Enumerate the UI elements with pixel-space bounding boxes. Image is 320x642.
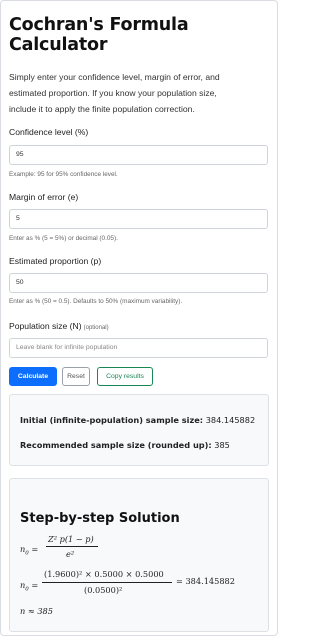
optional-tag: (optional) <box>83 325 109 331</box>
proportion-input[interactable]: 50 <box>9 273 268 293</box>
margin-input[interactable]: 5 <box>9 209 268 229</box>
calc-result: = 384.145882 <box>176 576 235 586</box>
margin-label: Margin of error (e) <box>9 192 79 202</box>
confidence-label: Confidence level (%) <box>9 127 89 137</box>
margin-help: Enter as % (5 = 5%) or decimal (0.05). <box>9 235 118 242</box>
step-title: Step-by-step Solution <box>20 511 180 526</box>
intro-line-2: estimated proportion. If you know your p… <box>9 88 217 98</box>
calc-fraction-bar <box>42 582 172 583</box>
initial-sample-value: 384.145882 <box>205 415 256 425</box>
proportion-label: Estimated proportion (p) <box>9 256 102 266</box>
confidence-input[interactable]: 95 <box>9 145 268 165</box>
reset-button[interactable]: Reset <box>62 367 90 386</box>
population-label-text: Population size (N) <box>9 321 82 331</box>
formula-fraction-bar <box>46 546 98 547</box>
intro-line-3: include it to apply the finite populatio… <box>9 104 195 114</box>
calc-lhs: n0 = <box>20 580 38 593</box>
initial-sample-size: Initial (infinite-population) sample siz… <box>20 415 255 425</box>
population-input[interactable]: Leave blank for infinite population <box>9 338 268 358</box>
calc-numerator: (1.9600)² × 0.5000 × 0.5000 <box>44 569 164 579</box>
formula-numerator: Z² p(1 − p) <box>48 534 94 544</box>
equals-sign: = <box>31 544 39 554</box>
formula-denominator: e² <box>66 549 75 559</box>
population-label: Population size (N) (optional) <box>9 321 109 331</box>
title-line-2: Calculator <box>9 35 108 55</box>
initial-sample-label: Initial (infinite-population) sample siz… <box>20 415 204 425</box>
n-subscript: 0 <box>25 550 29 557</box>
title-line-1: Cochran's Formula <box>9 15 189 35</box>
recommended-sample-size: Recommended sample size (rounded up): 38… <box>20 440 230 450</box>
confidence-help: Example: 95 for 95% confidence level. <box>9 171 118 178</box>
intro-line-1: Simply enter your confidence level, marg… <box>9 72 220 82</box>
calculate-button[interactable]: Calculate <box>9 367 57 386</box>
calculator-panel: Cochran's Formula Calculator Simply ente… <box>0 0 278 636</box>
page-title: Cochran's Formula Calculator <box>9 15 249 55</box>
calc-denominator: (0.0500)² <box>84 585 123 595</box>
intro-text: Simply enter your confidence level, marg… <box>9 69 271 117</box>
recommended-sample-value: 385 <box>214 440 230 450</box>
n-subscript: 0 <box>25 586 29 593</box>
copy-results-button[interactable]: Copy results <box>97 367 153 386</box>
formula-lhs: n0 = <box>20 544 38 557</box>
step-by-step-card: Step-by-step Solution n0 = Z² p(1 − p) e… <box>9 478 269 632</box>
proportion-help: Enter as % (50 = 0.5). Defaults to 50% (… <box>9 298 183 305</box>
final-result: n ≈ 385 <box>20 606 53 616</box>
results-card: Initial (infinite-population) sample siz… <box>9 394 269 466</box>
equals-sign: = <box>31 580 39 590</box>
recommended-sample-label: Recommended sample size (rounded up): <box>20 440 212 450</box>
